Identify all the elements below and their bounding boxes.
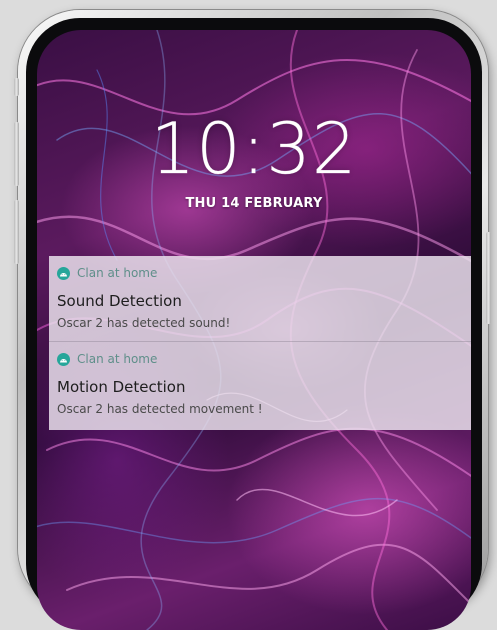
clock-minute: 32 — [266, 108, 358, 191]
notification-sound-detection[interactable]: Clan at home Sound Detection Oscar 2 has… — [49, 256, 471, 342]
volume-down-button — [14, 200, 19, 264]
volume-button — [14, 78, 19, 96]
clock: 10:32 — [37, 108, 471, 191]
notification-body: Oscar 2 has detected movement ! — [57, 402, 263, 416]
notification-app-name: Clan at home — [77, 352, 158, 366]
notification-app-name: Clan at home — [77, 266, 158, 280]
notification-header: Clan at home — [57, 352, 157, 366]
notification-header: Clan at home — [57, 266, 157, 280]
notification-title: Sound Detection — [57, 292, 182, 310]
android-icon — [57, 266, 70, 280]
notification-body: Oscar 2 has detected sound! — [57, 316, 231, 330]
power-button — [486, 232, 491, 324]
notification-list: Clan at home Sound Detection Oscar 2 has… — [49, 256, 471, 430]
lock-screen: 10:32 THU 14 FEBRUARY Clan at home Sound… — [37, 30, 471, 630]
date: THU 14 FEBRUARY — [185, 196, 323, 211]
clock-hour: 10 — [150, 108, 242, 191]
notification-motion-detection[interactable]: Clan at home Motion Detection Oscar 2 ha… — [49, 342, 471, 430]
volume-up-button — [14, 122, 19, 186]
clock-separator: : — [241, 108, 267, 191]
notification-title: Motion Detection — [57, 378, 186, 396]
android-icon — [57, 352, 70, 366]
